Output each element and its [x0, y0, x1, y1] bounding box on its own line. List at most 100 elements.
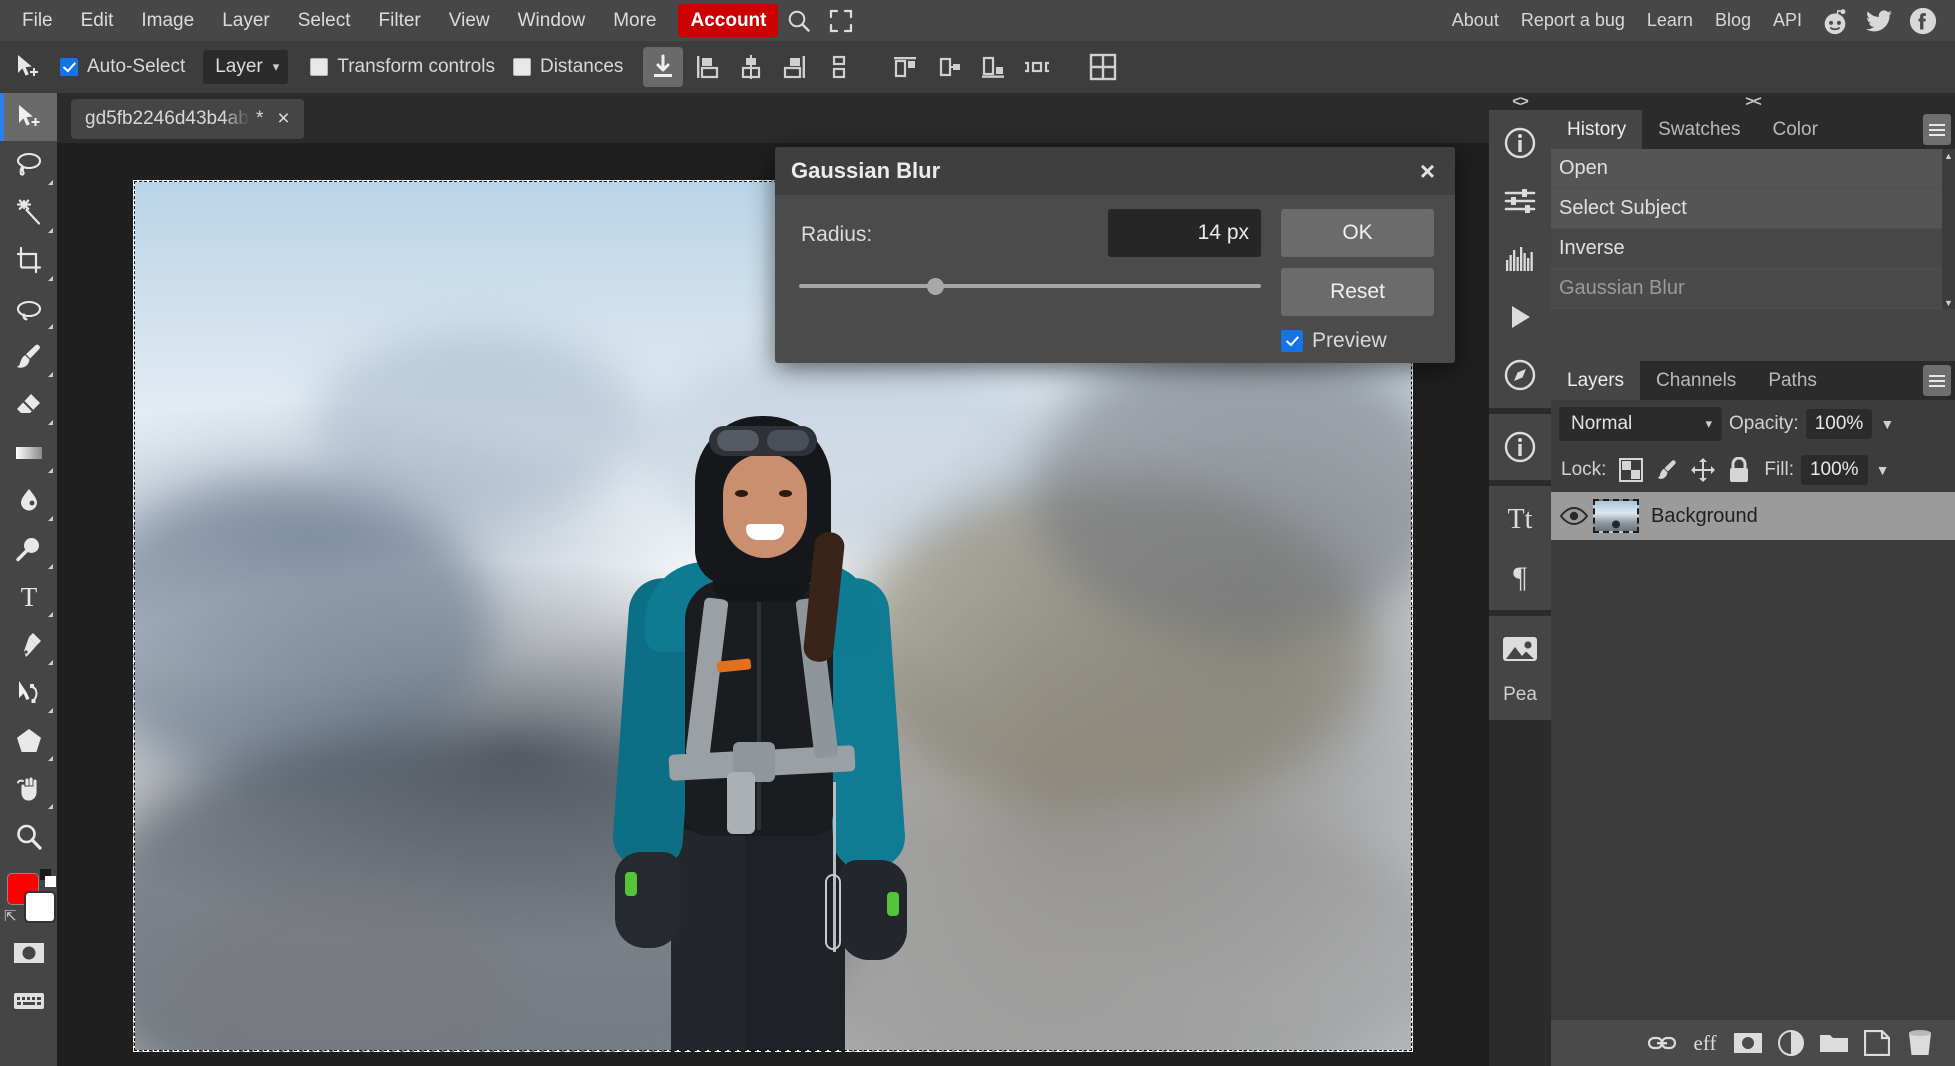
adjustments-sliders-icon[interactable]: [1489, 172, 1551, 230]
transform-controls-checkbox-box[interactable]: [310, 58, 328, 76]
layer-visibility-eye-icon[interactable]: [1559, 506, 1589, 526]
align-bottom-active-icon[interactable]: [643, 47, 683, 87]
align-left-edges-icon[interactable]: [885, 47, 925, 87]
history-item-open[interactable]: Open: [1551, 149, 1955, 189]
align-right-edges-icon-2[interactable]: [973, 47, 1013, 87]
keyboard-shortcuts-tool[interactable]: [0, 977, 57, 1025]
gradient-tool[interactable]: [0, 429, 57, 477]
history-panel-collapse-toggle[interactable]: ><: [1551, 93, 1955, 110]
tab-color[interactable]: Color: [1757, 110, 1834, 149]
hand-tool[interactable]: [0, 765, 57, 813]
layer-row-background[interactable]: Background: [1551, 492, 1955, 540]
align-vertical-centers-icon[interactable]: [731, 47, 771, 87]
menu-learn[interactable]: Learn: [1636, 0, 1704, 41]
menu-window[interactable]: Window: [504, 0, 600, 41]
menu-view[interactable]: View: [435, 0, 504, 41]
radius-slider-track[interactable]: [799, 284, 1261, 288]
tab-channels[interactable]: Channels: [1640, 361, 1752, 400]
menu-more[interactable]: More: [599, 0, 670, 41]
scroll-down-arrow-icon[interactable]: ▼: [1942, 296, 1955, 309]
menu-layer[interactable]: Layer: [208, 0, 284, 41]
menu-file[interactable]: File: [8, 0, 67, 41]
layer-name[interactable]: Background: [1651, 505, 1758, 528]
history-item-gaussian-blur[interactable]: Gaussian Blur: [1551, 269, 1955, 309]
preview-checkbox-box[interactable]: [1281, 330, 1303, 352]
history-panel-menu-icon[interactable]: [1923, 114, 1951, 145]
ok-button[interactable]: OK: [1281, 209, 1434, 257]
new-group-folder-icon[interactable]: [1815, 1024, 1853, 1062]
tab-history[interactable]: History: [1551, 110, 1642, 149]
preview-checkbox[interactable]: Preview: [1281, 329, 1387, 353]
blur-tool[interactable]: [0, 477, 57, 525]
delete-layer-trash-icon[interactable]: [1901, 1024, 1939, 1062]
link-layers-icon[interactable]: [1643, 1024, 1681, 1062]
document-tab-close-icon[interactable]: ×: [273, 107, 293, 131]
grid-arrange-icon[interactable]: [1083, 47, 1123, 87]
auto-select-scope-dropdown[interactable]: Layer ▾: [203, 50, 288, 84]
menu-about[interactable]: About: [1441, 0, 1510, 41]
adjustment-layer-icon[interactable]: [1772, 1024, 1810, 1062]
tab-layers[interactable]: Layers: [1551, 361, 1640, 400]
blend-mode-dropdown[interactable]: Normal ▾: [1559, 407, 1722, 441]
tab-paths[interactable]: Paths: [1752, 361, 1833, 400]
zoom-tool[interactable]: [0, 813, 57, 861]
reddit-icon[interactable]: [1818, 4, 1852, 38]
dialog-title-bar[interactable]: Gaussian Blur ×: [775, 147, 1455, 195]
image-library-icon[interactable]: [1489, 620, 1551, 678]
history-item-inverse[interactable]: Inverse: [1551, 229, 1955, 269]
auto-select-checkbox[interactable]: Auto-Select: [60, 56, 185, 78]
tab-swatches[interactable]: Swatches: [1642, 110, 1756, 149]
info-circle-icon[interactable]: [1489, 418, 1551, 476]
lock-transparency-icon[interactable]: [1618, 457, 1644, 483]
menu-image[interactable]: Image: [127, 0, 208, 41]
lasso-tool[interactable]: [0, 141, 57, 189]
rail-collapse-toggle[interactable]: <>: [1489, 93, 1551, 110]
fill-value-field[interactable]: 100%: [1801, 455, 1868, 485]
move-tool-icon[interactable]: [8, 47, 48, 87]
search-icon[interactable]: [778, 0, 820, 41]
path-select-tool[interactable]: [0, 669, 57, 717]
scroll-up-arrow-icon[interactable]: ▲: [1942, 149, 1955, 162]
facebook-icon[interactable]: [1906, 4, 1940, 38]
radius-input[interactable]: 14 px: [1108, 209, 1261, 257]
default-colors-white-icon[interactable]: [45, 876, 56, 887]
clone-stamp-tool[interactable]: [0, 285, 57, 333]
layers-panel-menu-icon[interactable]: [1923, 365, 1951, 396]
reset-button[interactable]: Reset: [1281, 268, 1434, 316]
history-item-select-subject[interactable]: Select Subject: [1551, 189, 1955, 229]
new-layer-icon[interactable]: [1858, 1024, 1896, 1062]
align-horizontal-centers-icon[interactable]: [929, 47, 969, 87]
type-tool[interactable]: T: [0, 573, 57, 621]
navigator-compass-icon[interactable]: [1489, 346, 1551, 404]
fullscreen-icon[interactable]: [820, 0, 862, 41]
brush-tool[interactable]: [0, 333, 57, 381]
color-swatches[interactable]: ⇱: [0, 867, 57, 929]
document-tab[interactable]: gd5fb2246d43b4abffc * ×: [71, 99, 304, 139]
opacity-value-field[interactable]: 100%: [1806, 409, 1873, 439]
distances-checkbox[interactable]: Distances: [513, 56, 623, 78]
layer-effects-fx-icon[interactable]: eff: [1686, 1024, 1724, 1062]
crop-tool[interactable]: [0, 237, 57, 285]
menu-report-a-bug[interactable]: Report a bug: [1510, 0, 1636, 41]
quick-mask-tool[interactable]: [0, 929, 57, 977]
lock-pixels-brush-icon[interactable]: [1654, 457, 1680, 483]
fill-dropdown-arrow-icon[interactable]: ▼: [1876, 462, 1890, 478]
distribute-vertical-icon[interactable]: [819, 47, 859, 87]
swap-colors-icon[interactable]: ⇱: [4, 907, 17, 925]
history-list[interactable]: Open Select Subject Inverse Gaussian Blu…: [1551, 149, 1955, 309]
radius-slider-knob[interactable]: [927, 278, 944, 295]
shape-tool[interactable]: [0, 717, 57, 765]
pen-tool[interactable]: [0, 621, 57, 669]
layer-mask-icon[interactable]: [1729, 1024, 1767, 1062]
history-scrollbar[interactable]: ▲ ▼: [1942, 149, 1955, 309]
background-color-swatch[interactable]: [24, 891, 56, 923]
distances-checkbox-box[interactable]: [513, 58, 531, 76]
paragraph-pilcrow-icon[interactable]: ¶: [1489, 548, 1551, 606]
character-type-icon[interactable]: Tt: [1489, 490, 1551, 548]
menu-api[interactable]: API: [1762, 0, 1813, 41]
twitter-icon[interactable]: [1862, 4, 1896, 38]
transform-controls-checkbox[interactable]: Transform controls: [310, 56, 495, 78]
info-circle-icon[interactable]: [1489, 114, 1551, 172]
histogram-icon[interactable]: [1489, 230, 1551, 288]
auto-select-checkbox-box[interactable]: [60, 58, 78, 76]
